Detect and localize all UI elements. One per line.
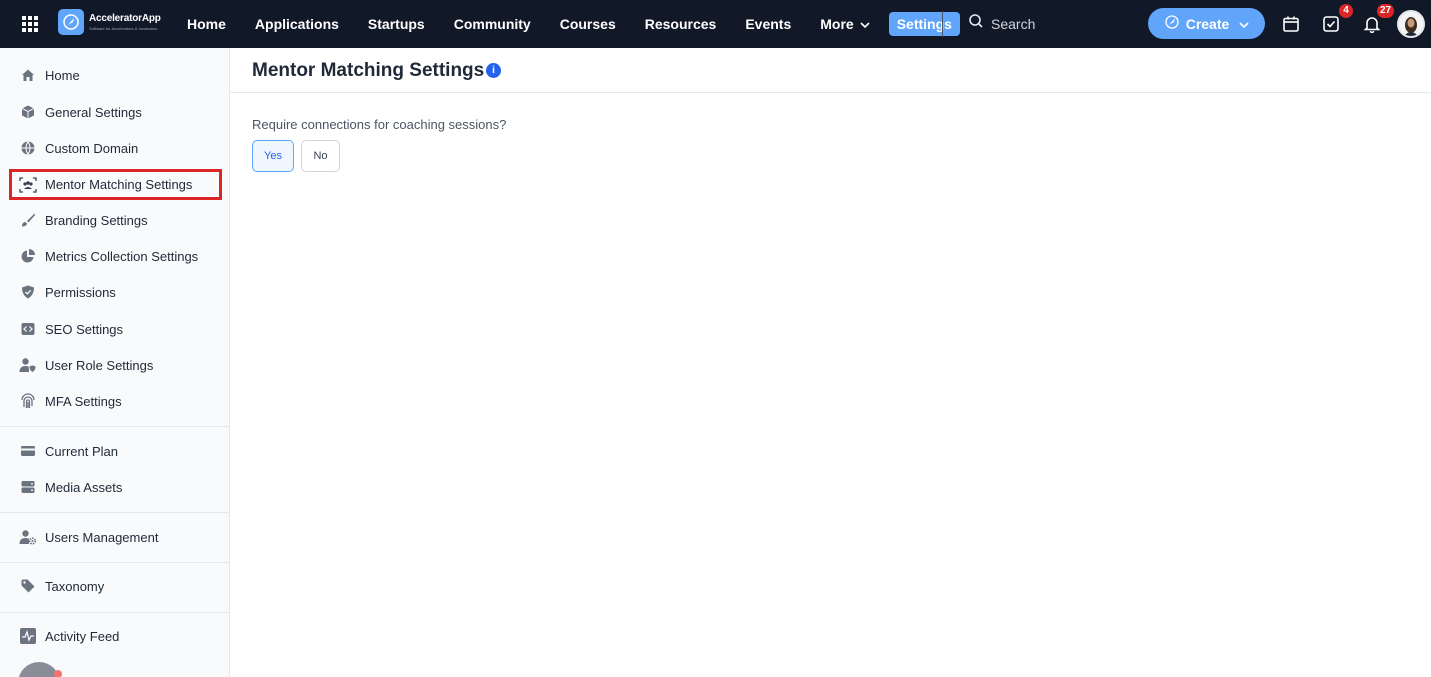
notifications-badge: 27 xyxy=(1377,4,1395,18)
sidebar-item-home[interactable]: Home xyxy=(0,59,229,91)
sidebar-item-taxonomy[interactable]: Taxonomy xyxy=(0,570,229,602)
sidebar-item-label: Home xyxy=(45,67,80,83)
main-nav: Home Applications Startups Community Cou… xyxy=(177,0,969,48)
search-field[interactable]: Search xyxy=(968,13,1035,34)
no-option-button[interactable]: No xyxy=(301,140,340,172)
sidebar-item-label: General Settings xyxy=(45,104,142,120)
top-navbar: AcceleratorApp Software for Accelerators… xyxy=(0,0,1431,48)
sidebar-item-custom-domain[interactable]: Custom Domain xyxy=(0,132,229,164)
globe-icon xyxy=(19,139,37,157)
sidebar-item-permissions[interactable]: Permissions xyxy=(0,276,229,308)
sidebar-item-mfa-settings[interactable]: MFA Settings xyxy=(0,385,229,417)
code-icon xyxy=(19,320,37,338)
task-check-icon[interactable] xyxy=(1320,13,1342,35)
app-logo[interactable]: AcceleratorApp Software for Accelerators… xyxy=(58,9,161,35)
activity-icon xyxy=(19,627,37,645)
tasks-badge: 4 xyxy=(1339,4,1353,18)
sidebar-item-current-plan[interactable]: Current Plan xyxy=(0,435,229,467)
sidebar-item-label: Activity Feed xyxy=(45,628,120,644)
search-placeholder: Search xyxy=(991,15,1036,32)
page-header: Mentor Matching Settings i xyxy=(230,48,1431,93)
logo-name: AcceleratorApp xyxy=(89,13,161,24)
brush-icon xyxy=(19,211,37,229)
sidebar-divider xyxy=(0,612,229,613)
nav-home[interactable]: Home xyxy=(177,12,236,36)
search-icon xyxy=(968,13,984,34)
nav-community[interactable]: Community xyxy=(444,12,541,36)
chevron-down-icon xyxy=(860,12,870,36)
pie-chart-icon xyxy=(19,247,37,265)
user-gear-icon xyxy=(19,528,37,546)
sidebar-divider xyxy=(0,512,229,513)
sidebar-item-label: Permissions xyxy=(45,284,116,300)
logo-tagline: Software for Accelerators & Incubators xyxy=(89,26,158,31)
sidebar-item-metrics-collection-settings[interactable]: Metrics Collection Settings xyxy=(0,240,229,272)
create-label: Create xyxy=(1185,15,1230,32)
sidebar-item-seo-settings[interactable]: SEO Settings xyxy=(0,313,229,345)
sidebar-item-label: Branding Settings xyxy=(45,212,148,228)
sidebar-item-label: SEO Settings xyxy=(45,321,124,337)
sidebar-item-activity-feed[interactable]: Activity Feed xyxy=(0,620,229,652)
sidebar-item-label: User Role Settings xyxy=(45,357,154,373)
sidebar-item-users-management[interactable]: Users Management xyxy=(0,521,229,553)
yes-option-button[interactable]: Yes xyxy=(252,140,294,172)
sidebar-item-label: Current Plan xyxy=(45,443,118,459)
nav-resources[interactable]: Resources xyxy=(635,12,727,36)
sidebar-item-general-settings[interactable]: General Settings xyxy=(0,96,229,128)
card-icon xyxy=(19,442,37,460)
create-button[interactable]: Create xyxy=(1148,8,1265,39)
sidebar-divider xyxy=(0,562,229,563)
chevron-down-icon xyxy=(1239,16,1249,32)
sidebar-divider xyxy=(0,426,229,427)
box-icon xyxy=(19,103,37,121)
nav-more-label: More xyxy=(820,16,854,32)
calendar-icon[interactable] xyxy=(1280,13,1302,35)
coaching-connection-question: Require connections for coaching session… xyxy=(252,117,507,132)
sidebar-item-mentor-matching-settings[interactable]: Mentor Matching Settings xyxy=(9,169,222,200)
shield-icon xyxy=(19,283,37,301)
user-shield-icon xyxy=(19,356,37,374)
sidebar-item-label: Mentor Matching Settings xyxy=(45,177,193,192)
page-title: Mentor Matching Settings xyxy=(252,60,485,81)
info-icon[interactable]: i xyxy=(486,63,501,78)
sidebar-item-label: MFA Settings xyxy=(45,393,122,409)
sidebar-item-label: Media Assets xyxy=(45,479,123,495)
sidebar-item-media-assets[interactable]: Media Assets xyxy=(0,471,229,503)
nav-applications[interactable]: Applications xyxy=(245,12,349,36)
nav-courses[interactable]: Courses xyxy=(550,12,626,36)
nav-settings[interactable]: Settings xyxy=(888,12,960,36)
home-icon xyxy=(19,66,37,84)
sidebar-item-branding-settings[interactable]: Branding Settings xyxy=(0,204,229,236)
tag-icon xyxy=(19,577,37,595)
rocket-icon xyxy=(1164,14,1180,33)
main-content: Mentor Matching Settings i Require conne… xyxy=(230,48,1431,677)
sidebar-item-label: Users Management xyxy=(45,529,159,545)
nav-more[interactable]: More xyxy=(810,12,879,36)
nav-events[interactable]: Events xyxy=(735,12,801,36)
rocket-logo-icon xyxy=(58,9,84,35)
app-grid-icon[interactable] xyxy=(20,14,40,34)
nav-divider xyxy=(942,11,943,37)
sidebar-item-label: Custom Domain xyxy=(45,140,139,156)
sidebar-item-label: Metrics Collection Settings xyxy=(45,248,199,264)
users-scan-icon xyxy=(19,176,37,194)
avatar[interactable] xyxy=(1397,10,1425,38)
fingerprint-icon xyxy=(19,392,37,410)
sidebar-item-user-role-settings[interactable]: User Role Settings xyxy=(0,349,229,381)
settings-sidebar: Home General Settings Custom Domain Ment… xyxy=(0,48,230,677)
nav-startups[interactable]: Startups xyxy=(358,12,435,36)
help-notification-dot xyxy=(54,670,62,677)
server-icon xyxy=(19,478,37,496)
sidebar-item-label: Taxonomy xyxy=(45,578,105,594)
